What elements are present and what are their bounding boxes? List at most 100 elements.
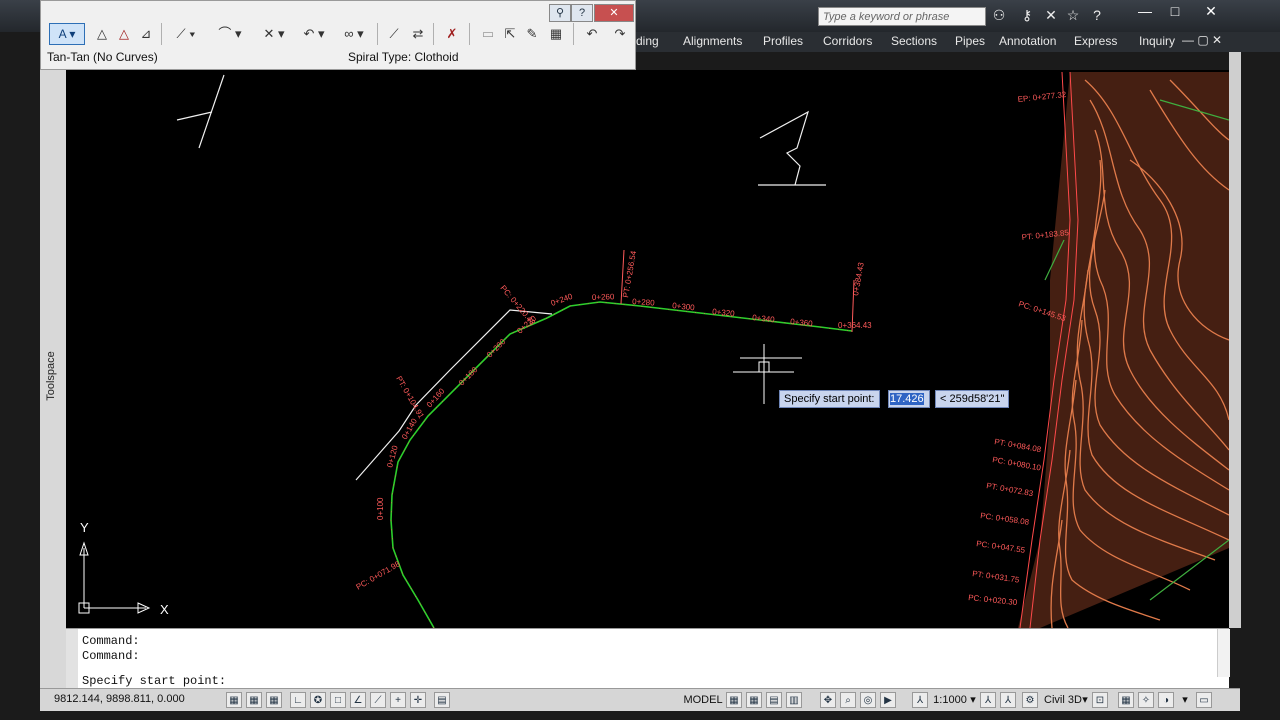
- drawing-svg: 0+100 0+120 0+140 0+160 0+180 0+200 0+22…: [78, 71, 1230, 629]
- tab-inquiry[interactable]: Inquiry: [1139, 34, 1175, 48]
- clean-screen-icon[interactable]: ▭: [1196, 692, 1212, 708]
- tab-alignments[interactable]: Alignments: [683, 34, 742, 48]
- spiral-type-label: Spiral Type: Clothoid: [348, 50, 459, 64]
- station-label: PT: 0+031.75: [972, 569, 1021, 585]
- delete-entity-icon[interactable]: ✗: [443, 23, 461, 45]
- infer-constraints-icon[interactable]: ▦: [226, 692, 242, 708]
- maximize-button[interactable]: □: [1160, 2, 1190, 20]
- curve-settings-button[interactable]: A ▾: [49, 23, 85, 45]
- pi-break-icon[interactable]: ⊿: [137, 23, 155, 45]
- tab-annotation[interactable]: Annotation: [999, 34, 1056, 48]
- annotation-scale-value[interactable]: 1:1000: [930, 692, 970, 708]
- station-label: PC: 0+047.55: [976, 539, 1026, 555]
- tab-grading[interactable]: ding: [636, 34, 659, 48]
- bulb-icon[interactable]: ✧: [1138, 692, 1154, 708]
- command-grip[interactable]: [66, 629, 78, 689]
- help-icon[interactable]: ?: [1088, 6, 1106, 24]
- chevron-down-icon[interactable]: ▾: [968, 692, 978, 708]
- tab-express[interactable]: Express: [1074, 34, 1117, 48]
- free-curve-icon[interactable]: ↶ ▾: [297, 23, 331, 45]
- pi-add-icon[interactable]: △: [93, 23, 111, 45]
- key-icon[interactable]: ⚷: [1018, 6, 1036, 24]
- redo-icon[interactable]: ↷: [611, 23, 629, 45]
- station-label: 0+320: [712, 307, 736, 318]
- edit-line-icon[interactable]: ⟋: [385, 23, 403, 45]
- layout-icon[interactable]: ▤: [766, 692, 782, 708]
- station-label: EP: 0+277.32: [1017, 90, 1067, 104]
- chevron-down-icon[interactable]: ▾: [1180, 692, 1190, 708]
- auto-scale-icon[interactable]: ⅄: [1000, 692, 1016, 708]
- model-space-button[interactable]: MODEL: [682, 692, 724, 708]
- ucs-y-label: Y: [80, 520, 89, 535]
- curve-mode-label: Tan-Tan (No Curves): [47, 50, 158, 64]
- annotation-scale-icon[interactable]: ⅄: [912, 692, 928, 708]
- steering-wheel-icon[interactable]: ◎: [860, 692, 876, 708]
- close-window-button[interactable]: ✕: [1196, 2, 1226, 20]
- lock-icon[interactable]: ⊡: [1092, 692, 1108, 708]
- command-prompt-line[interactable]: Specify start point:: [82, 674, 226, 688]
- snap-mode-icon[interactable]: ▦: [246, 692, 262, 708]
- undo-icon[interactable]: ↶: [583, 23, 601, 45]
- tab-corridors[interactable]: Corridors: [823, 34, 872, 48]
- select-entity-icon[interactable]: ▭: [479, 23, 497, 45]
- workspace-gear-icon[interactable]: ⚙: [1022, 692, 1038, 708]
- quick-view-drawings-icon[interactable]: ▦: [746, 692, 762, 708]
- chevron-down-icon[interactable]: ▾: [1080, 692, 1090, 708]
- station-label: PC: 0+220.48: [498, 284, 537, 328]
- polar-tracking-icon[interactable]: ✪: [310, 692, 326, 708]
- ortho-mode-icon[interactable]: ∟: [290, 692, 306, 708]
- pan-icon[interactable]: ✥: [820, 692, 836, 708]
- annotation-visibility-icon[interactable]: ⅄: [980, 692, 996, 708]
- spiral-icon[interactable]: ∞ ▾: [337, 23, 371, 45]
- tab-profiles[interactable]: Profiles: [763, 34, 803, 48]
- pi-delete-icon[interactable]: △: [115, 23, 133, 45]
- grid-display-icon[interactable]: ▦: [266, 692, 282, 708]
- help-button[interactable]: ?: [571, 4, 593, 22]
- dynamic-ucs-icon[interactable]: +: [390, 692, 406, 708]
- fixed-line-icon[interactable]: ⟋ ▾: [169, 23, 203, 45]
- close-button[interactable]: ✕: [594, 4, 634, 22]
- grid-view-icon[interactable]: ▦: [547, 23, 565, 45]
- dynamic-input-icon[interactable]: ✛: [410, 692, 426, 708]
- 3d-osnap-icon[interactable]: ∠: [350, 692, 366, 708]
- station-label: 0+100: [376, 497, 385, 520]
- quick-view-layouts-icon[interactable]: ▦: [726, 692, 742, 708]
- floating-line-icon[interactable]: ✕ ▾: [257, 23, 291, 45]
- cross-tools-icon[interactable]: ✕: [1042, 6, 1060, 24]
- object-tracking-icon[interactable]: ⟋: [370, 692, 386, 708]
- zoom-icon[interactable]: ⌕: [840, 692, 856, 708]
- minimize-button[interactable]: —: [1130, 2, 1160, 20]
- command-history-line: Command:: [82, 634, 140, 648]
- status-bar: 9812.144, 9898.811, 0.000 ▦ ▦ ▦ ∟ ✪ □ ∠ …: [40, 688, 1240, 711]
- dynamic-input-prompt: Specify start point:: [779, 390, 880, 408]
- station-label: 0+384.43: [851, 261, 866, 296]
- maximize-viewport-icon[interactable]: ▥: [786, 692, 802, 708]
- drawing-canvas[interactable]: 0+100 0+120 0+140 0+160 0+180 0+200 0+22…: [66, 70, 1230, 629]
- showmotion-icon[interactable]: ▶: [880, 692, 896, 708]
- pick-sub-entity-icon[interactable]: ⇱: [501, 23, 519, 45]
- tab-sections[interactable]: Sections: [891, 34, 937, 48]
- star-icon[interactable]: ☆: [1064, 6, 1082, 24]
- pin-button[interactable]: ⚲: [549, 4, 571, 22]
- toolspace-palette[interactable]: Toolspace: [40, 70, 67, 710]
- sub-entity-editor-icon[interactable]: ✎: [523, 23, 541, 45]
- station-label: 0+360: [790, 317, 814, 328]
- isolate-objects-icon[interactable]: ◑: [1158, 692, 1174, 708]
- tray-settings-icon[interactable]: ▦: [1118, 692, 1134, 708]
- search-input[interactable]: Type a keyword or phrase: [818, 7, 986, 26]
- object-snap-icon[interactable]: □: [330, 692, 346, 708]
- vertical-scrollbar[interactable]: [1229, 52, 1241, 628]
- reverse-icon[interactable]: ⇄: [409, 23, 427, 45]
- station-label: 0+140: [400, 417, 419, 441]
- command-window[interactable]: Command: Command: Specify start point:: [66, 628, 1230, 689]
- dynamic-input-angle[interactable]: < 259d58'21": [935, 390, 1010, 408]
- fixed-curve-icon[interactable]: ⌒ ▾: [213, 23, 247, 45]
- tab-pipes[interactable]: Pipes: [955, 34, 985, 48]
- binoculars-icon[interactable]: ⚇: [990, 6, 1008, 24]
- dynamic-input-value[interactable]: 17.426: [888, 390, 930, 408]
- sketch-lines: [176, 74, 826, 481]
- ribbon-window-controls[interactable]: — ▢ ✕: [1182, 33, 1222, 47]
- command-scrollbar[interactable]: [1217, 629, 1230, 677]
- station-label: 0+160: [425, 386, 447, 409]
- quick-properties-icon[interactable]: ▤: [434, 692, 450, 708]
